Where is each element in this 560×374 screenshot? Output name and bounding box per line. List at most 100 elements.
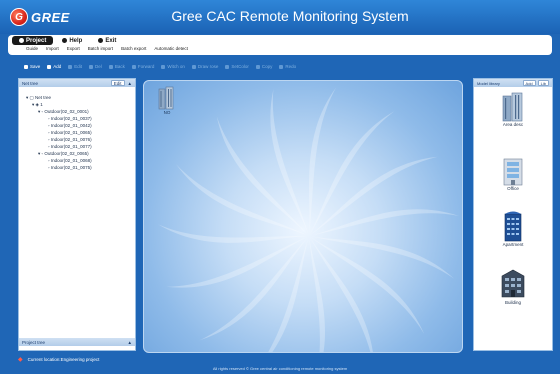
tree-node-indoor[interactable]: ◦ Indoor(02_01_0042) [22,122,134,129]
tree-node-indoor[interactable]: ◦ Indoor(02_01_0075) [22,164,134,171]
back-label: Back [114,64,125,69]
tree-node-outdoor[interactable]: ▾ ◦ Outdoor(02_02_0065) [22,150,134,157]
copyright-footer: All rights reserved © Gree central air c… [212,366,348,371]
expand-icon[interactable]: ▲ [128,340,132,345]
area-building-icon [502,92,523,122]
library-item-label: Apartment [502,242,524,247]
project-tree-label: Project tree [22,339,46,345]
help-icon [62,38,68,43]
tree-node-group[interactable]: ▾ ◈ 1 [22,101,134,108]
forward-button[interactable]: Forward [131,64,155,69]
net-tree: ▾ ▢ Net tree ▾ ◈ 1 ▾ ◦ Outdoor(02_02_000… [22,94,134,171]
project-tree-bar[interactable]: Project tree ▲ [19,338,135,346]
add-label: Add [53,64,62,69]
collapse-icon[interactable]: ▲ [128,81,132,86]
location-icon: ◆ [18,357,23,363]
switch-on-label: Witch on [167,64,185,69]
set-color-button[interactable]: SetColor [225,64,249,69]
forward-label: Forward [137,64,155,69]
draw-rose-label: Draw rose [197,64,219,69]
tab-help[interactable]: Help [55,36,89,45]
redo-button[interactable]: Redo [279,64,296,69]
tree-node-indoor[interactable]: ◦ Indoor(02_01_0065) [22,129,134,136]
model-library-tab[interactable]: Model library [477,81,500,86]
tab-exit[interactable]: Exit [91,36,123,45]
library-item-apartment[interactable]: Apartment [474,210,552,247]
copy-button[interactable]: Copy [255,64,272,69]
back-button[interactable]: Back [108,64,125,69]
submenu-guide[interactable]: Guide [26,46,38,51]
swirl-background [158,87,459,352]
draw-icon [191,64,196,69]
building-icon [501,269,525,298]
tree-node-label: Indoor(02_01_0068) [50,158,92,163]
tree-node-root[interactable]: ▾ ▢ Net tree [22,94,134,101]
redo-label: Redo [285,64,297,69]
delete-button[interactable]: Del [89,64,102,69]
app-title: Gree CAC Remote Monitoring System [171,8,409,24]
submenu-batch-import[interactable]: Batch import [88,46,113,51]
tree-node-indoor[interactable]: ◦ Indoor(02_01_0077) [22,143,134,150]
delete-icon [89,64,94,69]
current-location-text: Current location:Engineering project [27,357,100,362]
library-item-office[interactable]: Office [474,156,552,191]
save-button[interactable]: Save [24,64,40,69]
net-tree-title: Net tree [22,80,39,86]
project-icon [19,38,24,43]
apartment-icon [504,211,522,242]
switch-on-button[interactable]: Witch on [161,64,185,69]
tree-node-label: Indoor(02_01_0077) [50,144,92,149]
save-icon [24,64,28,69]
topology-canvas[interactable] [143,80,463,353]
toolbar: Save Add Edit Del Back Forward Witch on … [24,64,296,69]
tree-node-label: Indoor(02_01_0042) [50,123,92,128]
library-item-area[interactable]: Area desc [474,92,552,127]
tree-node-indoor[interactable]: ◦ Indoor(02_01_0068) [22,157,134,164]
tree-node-label: Outdoor(02_02_0001) [44,109,89,114]
status-bar: ◆ Current location:Engineering project [18,356,99,363]
area-building-icon [158,86,174,110]
copy-icon [255,64,260,69]
color-icon [225,64,230,69]
tree-node-indoor[interactable]: ◦ Indoor(02_01_0037) [22,115,134,122]
submenu-automatic-detect[interactable]: Automatic detect [154,46,188,51]
library-add-tab[interactable]: Add [522,80,536,86]
back-icon [108,64,113,69]
redo-icon [279,64,284,69]
exit-icon [98,38,104,43]
project-submenu: Guide Import Export Batch import Batch e… [26,46,188,51]
add-button[interactable]: Add [47,64,61,69]
submenu-batch-export[interactable]: Batch export [121,46,146,51]
library-lib-tab[interactable]: Lib [537,80,549,86]
tab-project-label: Project [26,37,47,44]
net-tree-header: Net tree Edit ▲ [19,79,135,87]
library-item-label: Building [504,300,521,305]
canvas-node[interactable]: NO [152,86,182,115]
library-item-label: Area desc [502,122,524,127]
tree-node-label: Outdoor(02_02_0065) [44,151,89,156]
tab-help-label: Help [69,37,83,44]
edit-button[interactable]: Edit [68,64,82,69]
tree-node-indoor[interactable]: ◦ Indoor(02_01_0076) [22,136,134,143]
tree-node-label: Net tree [35,95,52,100]
submenu-export[interactable]: Export [67,46,80,51]
tree-node-label: Indoor(02_01_0075) [50,165,92,170]
draw-rose-button[interactable]: Draw rose [191,64,219,69]
tree-node-label: Indoor(02_01_0076) [50,137,92,142]
switch-icon [161,64,166,69]
office-icon [503,158,523,186]
menu-tabs: Project Help Exit [12,36,123,45]
delete-label: Del [95,64,102,69]
tree-node-outdoor[interactable]: ▾ ◦ Outdoor(02_02_0001) [22,108,134,115]
save-label: Save [30,64,41,69]
library-item-building[interactable]: Building [474,266,552,305]
library-item-label: Office [507,186,519,191]
tab-exit-label: Exit [105,37,117,44]
forward-icon [131,64,136,69]
edit-icon [68,64,73,69]
tab-project[interactable]: Project [12,36,54,45]
model-library-header: Model library Add Lib [474,79,552,87]
net-tree-edit-button[interactable]: Edit [110,80,125,86]
submenu-import[interactable]: Import [46,46,59,51]
canvas-node-label: NO [163,110,171,115]
